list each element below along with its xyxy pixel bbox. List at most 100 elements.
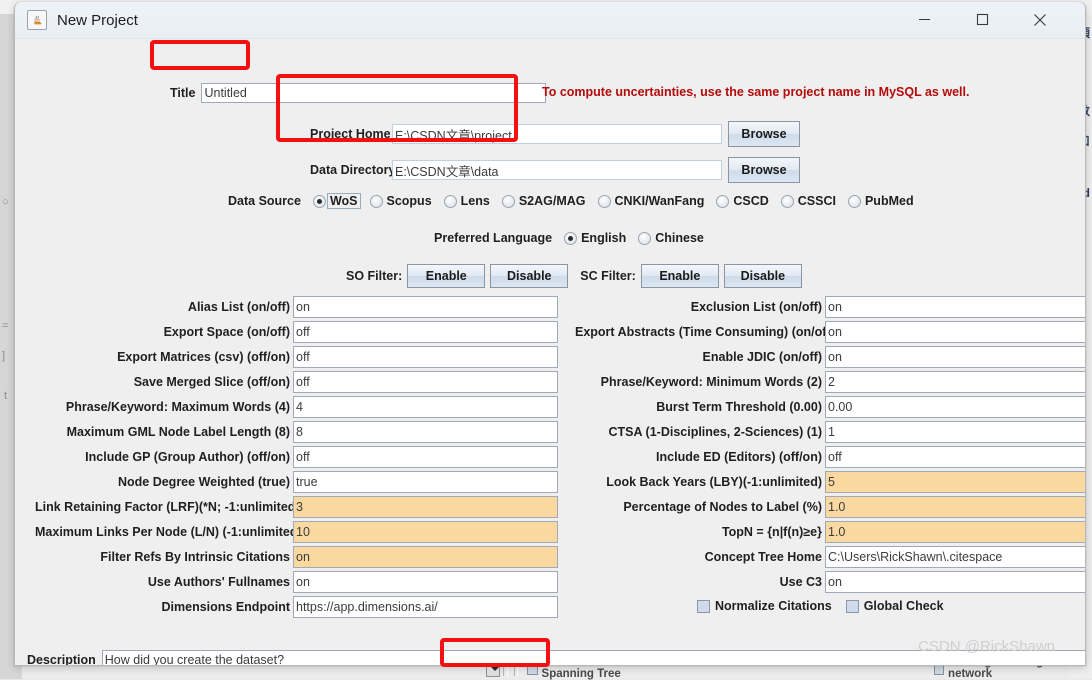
radio-data-source-s2ag-mag[interactable]: S2AG/MAG xyxy=(501,194,586,208)
setting-row: Percentage of Nodes to Label (%) 1.0 xyxy=(575,494,1085,519)
setting-label: Use C3 xyxy=(779,574,822,589)
setting-row: Look Back Years (LBY)(-1:unlimited) 5 xyxy=(575,469,1085,494)
setting-input[interactable]: C:\Users\RickShawn\.citespace xyxy=(825,545,1085,568)
setting-input[interactable]: 8 xyxy=(293,420,558,443)
setting-input[interactable]: 0.00 xyxy=(825,395,1085,418)
setting-input[interactable]: on xyxy=(293,295,558,318)
setting-input[interactable]: off xyxy=(825,445,1085,468)
checkbox-global-check[interactable]: Global Check xyxy=(845,599,944,613)
setting-input[interactable]: on xyxy=(293,570,558,593)
radio-data-source-wos[interactable]: WoS xyxy=(312,193,361,209)
setting-row: CTSA (1-Disciplines, 2-Sciences) (1) 1 xyxy=(575,419,1085,444)
radio-label: Scopus xyxy=(386,194,432,208)
setting-label: Burst Term Threshold (0.00) xyxy=(656,399,822,414)
so-filter-disable-button[interactable]: Disable xyxy=(490,264,569,288)
watermark-text: CSDN @RickShawn xyxy=(918,638,1055,655)
radio-icon xyxy=(847,194,861,208)
radio-icon xyxy=(638,231,652,245)
setting-input[interactable]: off xyxy=(293,370,558,393)
setting-row: Dimensions Endpoint https://app.dimension… xyxy=(35,594,558,619)
setting-label: Dimensions Endpoint xyxy=(161,599,290,614)
new-project-dialog: New Project Title Untitled To compute un… xyxy=(14,2,1086,666)
background-ghost-glyph: t xyxy=(4,390,8,402)
minimize-button[interactable] xyxy=(901,2,947,37)
checkbox-icon xyxy=(697,599,710,613)
setting-input[interactable]: 1.0 xyxy=(825,520,1085,543)
setting-row: Export Abstracts (Time Consuming) (on/of… xyxy=(575,319,1085,344)
setting-input[interactable]: on xyxy=(293,545,558,568)
project-title-input[interactable]: Untitled xyxy=(201,83,547,103)
setting-label: Look Back Years (LBY)(-1:unlimited) xyxy=(606,474,822,489)
setting-row: Link Retaining Factor (LRF)(*N; -1:unlim… xyxy=(35,494,558,519)
preferred-language-row: Preferred Language English Chinese xyxy=(434,231,704,245)
project-home-browse-button[interactable]: Browse xyxy=(728,121,800,147)
setting-label: Link Retaining Factor (LRF)(*N; -1:unlim… xyxy=(35,499,300,514)
radio-data-source-cnki-wanfang[interactable]: CNKI/WanFang xyxy=(597,194,704,208)
maximize-button[interactable] xyxy=(959,2,1005,37)
radio-data-source-lens[interactable]: Lens xyxy=(443,194,490,208)
radio-icon xyxy=(443,194,457,208)
java-coffee-cup-icon xyxy=(27,10,47,30)
so-filter-enable-button[interactable]: Enable xyxy=(407,264,486,288)
setting-label: Concept Tree Home xyxy=(704,549,822,564)
setting-input[interactable]: 1.0 xyxy=(825,495,1085,518)
setting-input[interactable]: 3 xyxy=(293,495,558,518)
setting-input[interactable]: off xyxy=(293,320,558,343)
radio-label: S2AG/MAG xyxy=(518,194,586,208)
setting-input[interactable]: on xyxy=(825,295,1085,318)
project-home-row: Project Home E:\CSDN文章\project Browse xyxy=(310,121,800,147)
radio-label: CSCD xyxy=(733,194,769,208)
setting-label: Maximum GML Node Label Length (8) xyxy=(66,424,290,439)
sc-filter-disable-button[interactable]: Disable xyxy=(723,264,802,288)
setting-input[interactable]: true xyxy=(293,470,558,493)
setting-label: Exclusion List (on/off) xyxy=(690,299,822,314)
dialog-titlebar: New Project xyxy=(15,2,1085,39)
data-directory-browse-button[interactable]: Browse xyxy=(728,157,800,183)
setting-input[interactable]: off xyxy=(293,345,558,368)
preferred-language-label: Preferred Language xyxy=(434,231,553,245)
setting-row: Filter Refs By Intrinsic Citations on xyxy=(35,544,558,569)
mysql-warning-text: To compute uncertainties, use the same p… xyxy=(542,85,970,99)
radio-data-source-pubmed[interactable]: PubMed xyxy=(847,194,914,208)
data-source-row: Data Source WoS Scopus Lens S2AG/MAG CNK… xyxy=(228,193,914,209)
checkbox-label: Global Check xyxy=(863,599,944,613)
setting-row: Export Matrices (csv) (off/on) off xyxy=(35,344,558,369)
setting-row: Node Degree Weighted (true) true xyxy=(35,469,558,494)
project-home-input[interactable]: E:\CSDN文章\project xyxy=(392,124,722,144)
radio-label: CSSCI xyxy=(797,194,836,208)
setting-row: Maximum Links Per Node (L/N) (-1:unlimit… xyxy=(35,519,558,544)
setting-row: Phrase/Keyword: Minimum Words (2) 2 xyxy=(575,369,1085,394)
setting-label: Phrase/Keyword: Maximum Words (4) xyxy=(65,399,290,414)
setting-input[interactable]: 4 xyxy=(293,395,558,418)
radio-label: Lens xyxy=(460,194,490,208)
radio-language-chinese[interactable]: Chinese xyxy=(638,231,704,245)
radio-icon xyxy=(312,194,326,208)
radio-data-source-cscd[interactable]: CSCD xyxy=(716,194,769,208)
radio-language-english[interactable]: English xyxy=(564,231,626,245)
setting-label: Export Matrices (csv) (off/on) xyxy=(117,349,290,364)
setting-input[interactable]: https://app.dimensions.ai/ xyxy=(293,595,558,618)
radio-label: PubMed xyxy=(864,194,914,208)
data-directory-input[interactable]: E:\CSDN文章\data xyxy=(392,160,722,180)
setting-input[interactable]: off xyxy=(293,445,558,468)
checkbox-normalize-citations[interactable]: Normalize Citations xyxy=(697,599,832,613)
setting-row: Include GP (Group Author) (off/on) off xyxy=(35,444,558,469)
setting-input[interactable]: 1 xyxy=(825,420,1085,443)
setting-input[interactable]: 2 xyxy=(825,370,1085,393)
setting-input[interactable]: on xyxy=(825,570,1085,593)
setting-row: Maximum GML Node Label Length (8) 8 xyxy=(35,419,558,444)
setting-row: Phrase/Keyword: Maximum Words (4) 4 xyxy=(35,394,558,419)
checkbox-label: Normalize Citations xyxy=(715,599,832,613)
project-title-row: Title Untitled xyxy=(170,83,547,103)
sc-filter-enable-button[interactable]: Enable xyxy=(640,264,719,288)
data-source-label: Data Source xyxy=(228,194,301,208)
radio-data-source-cssci[interactable]: CSSCI xyxy=(780,194,836,208)
radio-label: WoS xyxy=(326,193,361,209)
setting-input[interactable]: 5 xyxy=(825,470,1085,493)
radio-data-source-scopus[interactable]: Scopus xyxy=(369,194,432,208)
setting-input[interactable]: on xyxy=(825,320,1085,343)
setting-row: Alias List (on/off) on xyxy=(35,294,558,319)
close-button[interactable] xyxy=(1017,2,1063,37)
setting-input[interactable]: on xyxy=(825,345,1085,368)
setting-input[interactable]: 10 xyxy=(293,520,558,543)
